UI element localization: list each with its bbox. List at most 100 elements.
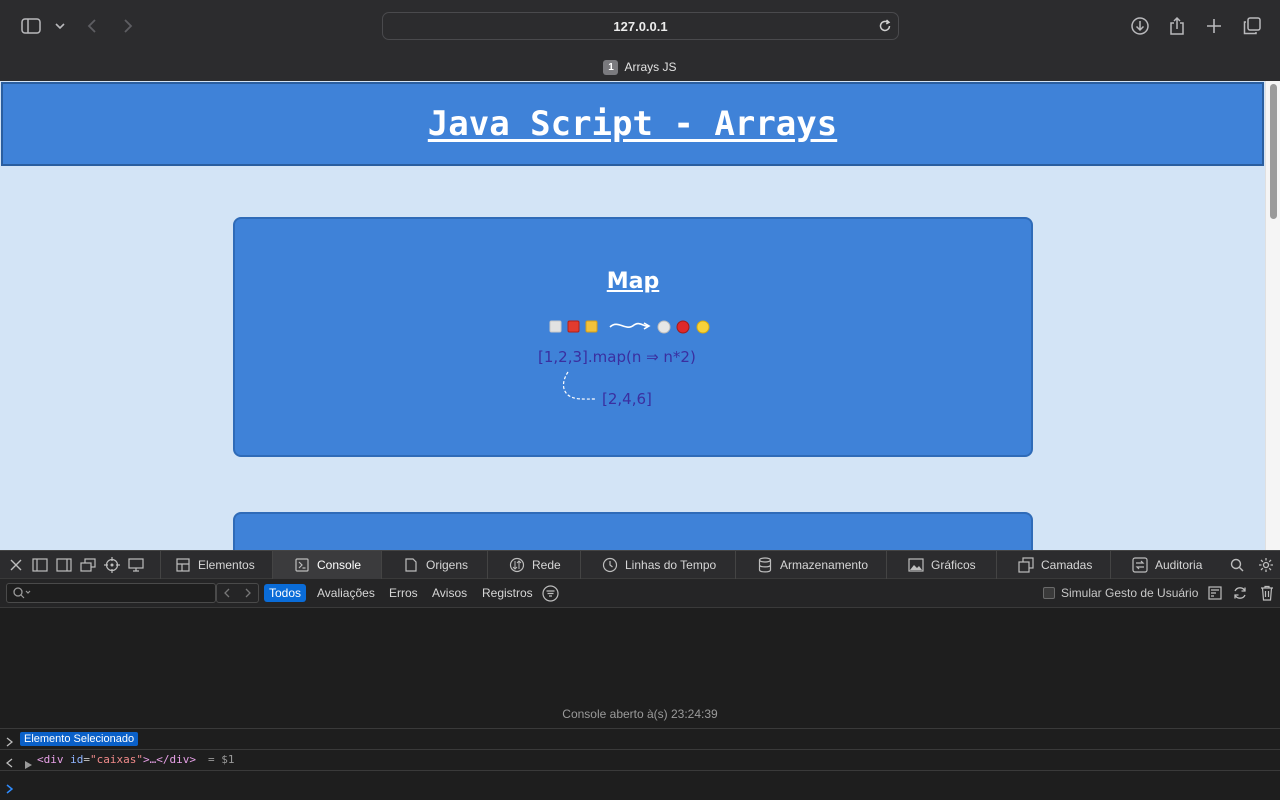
network-icon [509, 557, 525, 573]
tab-label: Auditoria [1155, 558, 1203, 572]
back-icon[interactable] [84, 17, 100, 35]
tabs-overview-icon[interactable] [1242, 16, 1262, 36]
simulate-gesture-toggle[interactable]: Simular Gesto de Usuário [1043, 586, 1198, 600]
browser-toolbar: 127.0.0.1 1 Arrays JS [0, 0, 1280, 81]
square-yellow [585, 320, 598, 333]
close-icon[interactable] [7, 556, 25, 574]
page-header: Java Script - Arrays [1, 82, 1264, 166]
card-title: Map [606, 269, 660, 294]
trash-icon[interactable] [1258, 584, 1276, 602]
element-reference: = $1 [208, 753, 235, 766]
scrollbar-thumb[interactable] [1270, 84, 1277, 219]
page-viewport: Java Script - Arrays Map [1,2,3].map(n ⇒… [0, 81, 1280, 550]
dock-bottom-icon[interactable] [31, 556, 49, 574]
tab-label: Linhas do Tempo [625, 558, 717, 572]
circle-yellow [696, 320, 710, 334]
chevron-right-icon[interactable] [238, 584, 259, 602]
url-text: 127.0.0.1 [613, 18, 668, 34]
web-inspector: Elementos Console Origens Rede Linhas do… [0, 550, 1280, 800]
result-array: [2,4,6] [602, 390, 652, 408]
page-title: Java Script - Arrays [427, 104, 838, 144]
selected-element-badge: Elemento Selecionado [20, 732, 139, 746]
code-line: [1,2,3].map(n ⇒ n*2) [538, 348, 696, 366]
tab-graficos[interactable]: Gráficos [886, 551, 996, 579]
tab-label: Camadas [1041, 558, 1093, 572]
tab-linhas-do-tempo[interactable]: Linhas do Tempo [580, 551, 735, 579]
console-filterbar: Todos Avaliações Erros Avisos Registros … [0, 579, 1280, 608]
square-white [549, 320, 562, 333]
console-output: Console aberto à(s) 23:24:39 Elemento Se… [0, 608, 1280, 800]
elements-icon [175, 557, 191, 573]
tab-label: Origens [426, 558, 469, 572]
detach-window-icon[interactable] [79, 556, 97, 574]
filter-avisos[interactable]: Avisos [427, 584, 472, 602]
tab-label: Gráficos [931, 558, 976, 572]
tab-number-badge: 1 [603, 59, 619, 75]
tab-rede[interactable]: Rede [487, 551, 580, 579]
sources-icon [403, 557, 419, 573]
simulate-gesture-label: Simular Gesto de Usuário [1061, 586, 1199, 600]
element-tag-open: <div [37, 753, 64, 766]
tab-console[interactable]: Console [272, 551, 381, 579]
tab-active[interactable]: 1 Arrays JS [0, 55, 1280, 79]
element-attr-name: id [70, 753, 84, 766]
filter-registros[interactable]: Registros [477, 584, 538, 602]
layers-icon [1018, 557, 1034, 573]
storage-icon [757, 557, 773, 573]
console-result-row[interactable]: <div id="caixas">…</div> = $1 [0, 749, 1280, 770]
element-attr-value: "caixas" [90, 753, 143, 766]
tab-label: Elementos [198, 558, 255, 572]
tab-auditoria[interactable]: Auditoria [1110, 551, 1224, 579]
gear-icon[interactable] [1257, 556, 1275, 574]
devtools-tabbar: Elementos Console Origens Rede Linhas do… [0, 550, 1280, 579]
tab-elementos[interactable]: Elementos [160, 551, 272, 579]
chevron-left-icon[interactable] [217, 584, 238, 602]
evaluation-icon[interactable] [1206, 584, 1224, 602]
page-scrollbar[interactable] [1265, 81, 1280, 550]
tab-title: Arrays JS [624, 60, 677, 74]
tab-label: Armazenamento [780, 558, 869, 572]
search-icon [12, 586, 32, 605]
chevron-down-icon[interactable] [54, 20, 66, 32]
circle-red [676, 320, 690, 334]
refresh-icon[interactable] [1231, 584, 1249, 602]
audit-icon [1132, 557, 1148, 573]
address-bar[interactable]: 127.0.0.1 [382, 12, 899, 40]
clock-icon [602, 557, 618, 573]
plus-icon[interactable] [1205, 17, 1223, 35]
filter-todos[interactable]: Todos [264, 584, 307, 602]
graphics-icon [908, 557, 924, 573]
simulate-gesture-checkbox[interactable] [1043, 587, 1055, 599]
console-opened-message: Console aberto à(s) 23:24:39 [562, 707, 718, 721]
search-icon[interactable] [1228, 556, 1246, 574]
share-icon[interactable] [1168, 15, 1186, 37]
console-filter-input[interactable] [6, 583, 216, 603]
element-tag-rest: >…</div> [142, 753, 196, 766]
filter-avaliacoes[interactable]: Avaliações [312, 584, 380, 602]
tab-armazenamento[interactable]: Armazenamento [735, 551, 886, 579]
tab-camadas[interactable]: Camadas [996, 551, 1110, 579]
tab-origens[interactable]: Origens [381, 551, 487, 579]
console-icon [294, 557, 310, 573]
prompt-chevron-icon [6, 781, 14, 799]
filter-options-icon[interactable] [542, 585, 559, 602]
device-icon[interactable] [127, 556, 145, 574]
next-card [233, 512, 1033, 550]
forward-icon[interactable] [120, 17, 136, 35]
reload-icon[interactable] [878, 19, 892, 33]
square-red [567, 320, 580, 333]
element-node[interactable]: <div id="caixas">…</div> [37, 753, 196, 766]
crosshair-icon[interactable] [103, 556, 121, 574]
sidebar-icon[interactable] [20, 17, 42, 35]
tab-label: Rede [532, 558, 561, 572]
console-prompt[interactable] [0, 770, 1280, 800]
tab-label: Console [317, 558, 362, 572]
map-illustration: [1,2,3].map(n ⇒ n*2) [2,4,6] [538, 320, 710, 408]
download-icon[interactable] [1130, 16, 1150, 36]
filter-erros[interactable]: Erros [384, 584, 423, 602]
dock-side-icon[interactable] [55, 556, 73, 574]
console-selected-element-row[interactable]: Elemento Selecionado [0, 728, 1280, 749]
history-nav [216, 583, 259, 603]
result-arrow [562, 371, 597, 400]
map-card: Map [1,2,3].map(n ⇒ n*2) [2,4,6] [233, 217, 1033, 457]
